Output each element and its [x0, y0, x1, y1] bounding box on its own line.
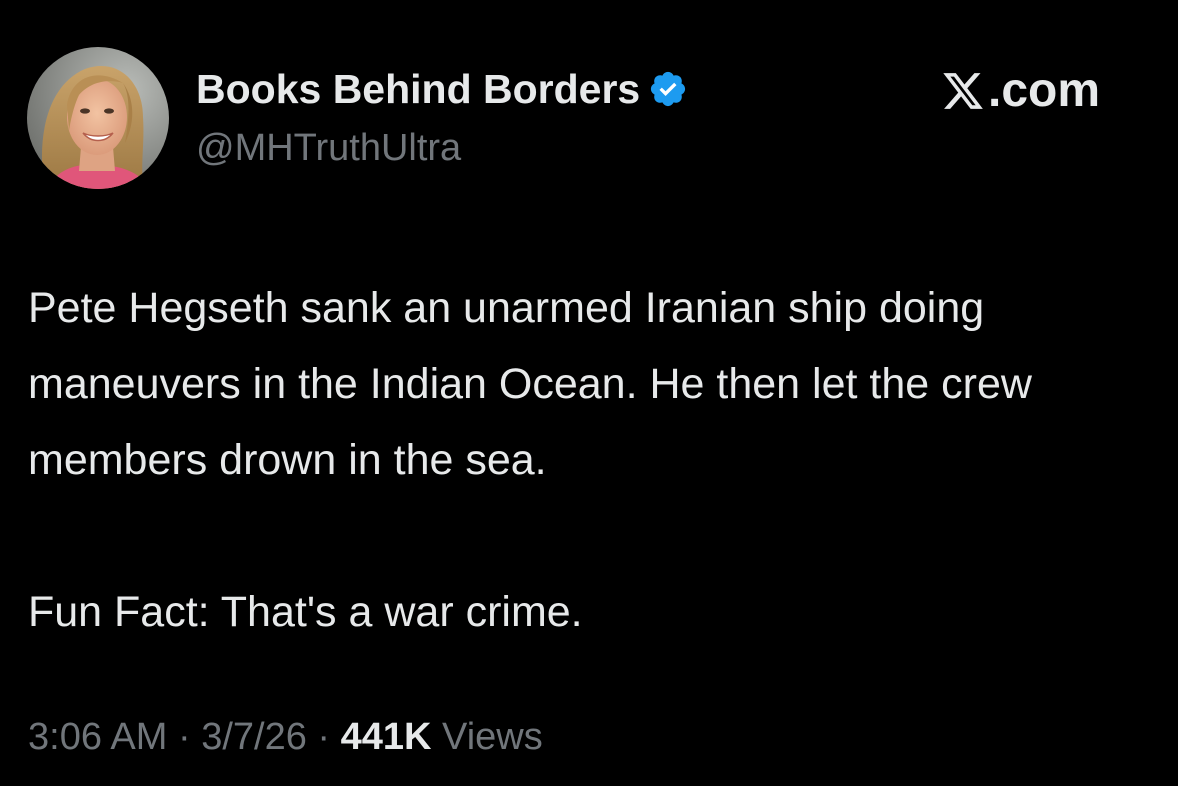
avatar[interactable]	[27, 47, 169, 189]
tweet-time[interactable]: 3:06 AM	[28, 716, 167, 758]
brand-text: .com	[988, 64, 1101, 117]
meta-separator: ·	[177, 716, 191, 758]
tweet-meta: 3:06 AM · 3/7/26 · 441K Views	[28, 712, 543, 762]
profile-photo-icon	[27, 47, 169, 189]
tweet-text: Pete Hegseth sank an unarmed Iranian shi…	[28, 270, 1158, 650]
verified-badge-icon	[651, 72, 686, 107]
author-handle[interactable]: @MHTruthUltra	[196, 125, 461, 171]
meta-separator: ·	[317, 716, 331, 758]
display-name[interactable]: Books Behind Borders	[196, 64, 688, 114]
x-logo-icon	[943, 73, 983, 109]
tweet-date[interactable]: 3/7/26	[201, 716, 307, 758]
tweet-paragraph: Pete Hegseth sank an unarmed Iranian shi…	[28, 284, 1032, 484]
views-count: 441K	[340, 716, 432, 758]
display-name-text: Books Behind Borders	[196, 66, 641, 112]
views-label: Views	[442, 716, 543, 758]
tweet-paragraph: Fun Fact: That's a war crime.	[28, 588, 583, 636]
brand-watermark: .com	[940, 66, 1100, 116]
